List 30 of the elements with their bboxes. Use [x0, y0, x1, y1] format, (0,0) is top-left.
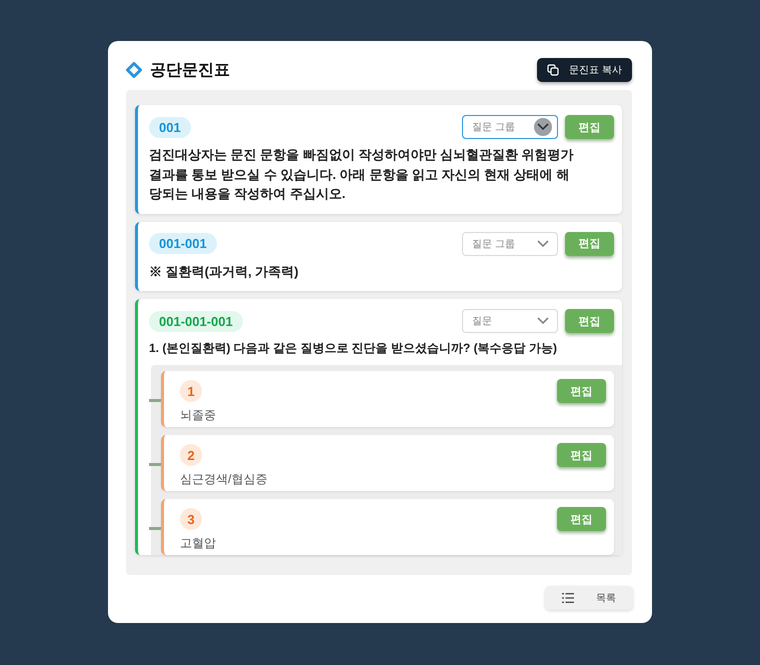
- chevron-down-icon: [537, 123, 549, 131]
- option-number: 3: [180, 508, 202, 530]
- type-dropdown[interactable]: 질문 그룹: [462, 115, 558, 139]
- type-dropdown[interactable]: 질문: [462, 309, 558, 333]
- code-badge: 001-001-001: [149, 310, 243, 332]
- code-badge: 001: [149, 116, 191, 138]
- type-dropdown[interactable]: 질문 그룹: [462, 232, 558, 256]
- copy-button[interactable]: 문진표 복사: [537, 58, 632, 82]
- edit-button[interactable]: 편집: [565, 115, 614, 139]
- edit-button[interactable]: 편집: [557, 443, 606, 467]
- question-text: 1. (본인질환력) 다음과 같은 질병으로 진단을 받으셨습니까? (복수응답 가능): [149, 340, 558, 357]
- option-text: 뇌졸중: [180, 407, 217, 424]
- option-text: 고혈압: [180, 535, 217, 552]
- option-text: 심근경색/협심증: [180, 471, 268, 488]
- copy-icon: [547, 64, 560, 76]
- option-number: 1: [180, 380, 202, 402]
- chevron-down-icon: [537, 317, 549, 325]
- edit-button[interactable]: 편집: [557, 379, 606, 403]
- edit-button[interactable]: 편집: [565, 232, 614, 256]
- option-number: 2: [180, 444, 202, 466]
- group-text: 검진대상자는 문진 문항을 빠짐없이 작성하여야만 심뇌혈관질환 위험평가 결과를 통보 받으실 수 있습니다. 아래 문항을 읽고 자신의 현재 상태에 해당되는 내용을 작성하여 주십시오.: [149, 146, 575, 203]
- edit-button[interactable]: 편집: [557, 507, 606, 531]
- diamond-icon: [126, 62, 142, 78]
- code-badge: 001-001: [149, 233, 217, 254]
- page-title: 공단문진표: [150, 60, 230, 80]
- edit-button[interactable]: 편집: [565, 309, 614, 333]
- chevron-down-icon: [537, 240, 549, 248]
- group-text: ※ 질환력(과거력, 가족력): [149, 262, 300, 281]
- list-button[interactable]: 목록: [545, 586, 633, 610]
- list-icon: [562, 593, 574, 603]
